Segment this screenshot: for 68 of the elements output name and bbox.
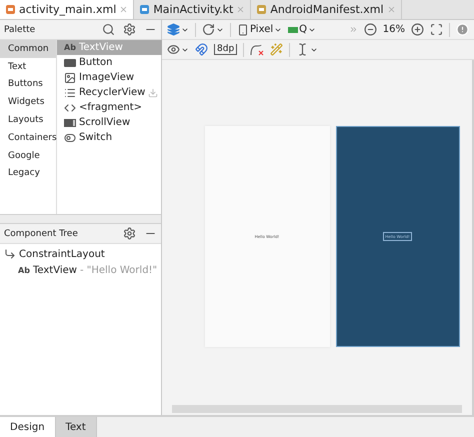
category-item[interactable]: Layouts (0, 111, 56, 129)
text-icon: Ab (64, 43, 76, 52)
file-tab-label: activity_main.xml (19, 3, 116, 16)
widget-item[interactable]: Ab TextView (57, 40, 162, 55)
tree-item-label: ConstraintLayout (19, 248, 105, 260)
orientation-button[interactable] (202, 23, 224, 36)
switch-icon (64, 132, 76, 144)
constraint-icon (4, 248, 16, 260)
category-item[interactable]: Legacy (0, 164, 56, 182)
widget-item[interactable]: ImageView (57, 70, 162, 85)
search-icon[interactable] (102, 23, 115, 36)
file-icon (139, 4, 150, 15)
editor-mode-tab[interactable]: Design (0, 417, 56, 437)
category-item[interactable]: Widgets (0, 93, 56, 112)
widget-item[interactable]: Switch (57, 130, 162, 145)
category-item[interactable]: Common (0, 40, 56, 58)
device-button[interactable]: Pixel (237, 24, 282, 36)
margin-button[interactable]: 8dp (214, 44, 238, 55)
tree-item-label: TextView (33, 264, 77, 276)
layers-icon (167, 23, 180, 36)
button-icon (64, 58, 76, 67)
eye-icon (167, 43, 180, 56)
phone-icon (237, 24, 249, 36)
horizontal-scrollbar[interactable] (172, 405, 462, 413)
tree-item[interactable]: Ab TextView - "Hello World!" (0, 262, 161, 278)
file-tab-label: AndroidManifest.xml (270, 3, 384, 16)
widget-item[interactable]: Button (57, 55, 162, 70)
widget-label: TextView (79, 42, 124, 53)
zoom-level: 16% (382, 24, 405, 35)
layers-button[interactable] (167, 23, 189, 36)
file-icon (5, 4, 16, 15)
widget-item[interactable]: ScrollView (57, 115, 162, 130)
settings-icon[interactable] (123, 227, 136, 240)
widget-label: ImageView (79, 72, 136, 83)
api-button[interactable]: Q (288, 24, 316, 35)
editor-mode-tab[interactable]: Text (56, 417, 97, 437)
warning-icon[interactable] (456, 23, 469, 36)
settings-icon[interactable] (123, 23, 136, 36)
category-item[interactable]: Google (0, 146, 56, 165)
android-icon (288, 26, 298, 32)
panel-title: Palette (4, 24, 36, 34)
tree-item[interactable]: ConstraintLayout (0, 246, 161, 262)
widget-label: Button (79, 57, 114, 68)
zoom-out-icon[interactable] (364, 23, 377, 36)
widget-label: Switch (79, 132, 114, 143)
view-options-button[interactable] (167, 43, 189, 56)
widget-item[interactable]: RecyclerView (57, 85, 162, 100)
category-item[interactable]: Text (0, 58, 56, 76)
panel-title: Component Tree (4, 228, 79, 238)
file-tab-label: MainActivity.kt (153, 3, 234, 16)
clear-constraints-icon[interactable] (250, 43, 264, 56)
tree-item-detail: - "Hello World!" (80, 264, 158, 276)
widget-item[interactable]: <fragment> (57, 100, 162, 115)
scroll-icon (64, 118, 76, 127)
widget-label: <fragment> (79, 102, 144, 113)
category-item[interactable]: Containers (0, 128, 56, 147)
file-icon (256, 4, 268, 15)
category-item[interactable]: Buttons (0, 76, 56, 94)
file-tab[interactable]: activity_main.xml (0, 0, 134, 19)
magnet-icon[interactable] (195, 43, 208, 56)
image-icon (64, 72, 76, 84)
widget-label: ScrollView (79, 117, 132, 128)
rotate-icon (202, 23, 215, 36)
text-icon: Ab (18, 266, 30, 274)
zoom-in-icon[interactable] (411, 23, 424, 36)
code-icon (64, 102, 76, 114)
widget-label: RecyclerView (79, 87, 146, 98)
fit-screen-icon[interactable] (430, 23, 443, 36)
